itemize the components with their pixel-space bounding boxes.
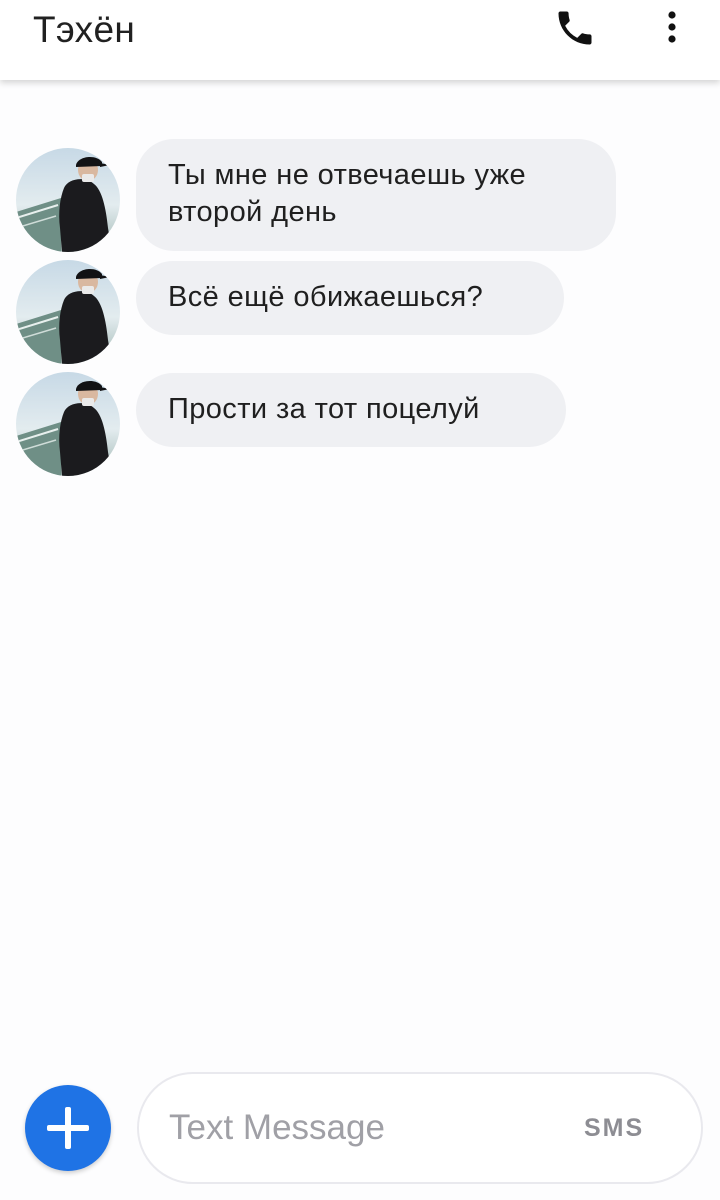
- message-bubble[interactable]: Ты мне не отвечаешь уже второй день: [136, 139, 616, 251]
- message-thread[interactable]: Ты мне не отвечаешь уже второй день Всё …: [0, 80, 720, 1070]
- contact-avatar[interactable]: [16, 260, 120, 364]
- more-vert-icon: [668, 11, 676, 43]
- contact-avatar[interactable]: [16, 372, 120, 476]
- message-input[interactable]: [169, 1102, 549, 1154]
- call-button[interactable]: [553, 6, 597, 50]
- message-bubble[interactable]: Прости за тот поцелуй: [136, 373, 566, 447]
- contact-avatar[interactable]: [16, 148, 120, 252]
- more-options-button[interactable]: [650, 6, 694, 50]
- add-attachment-button[interactable]: [25, 1085, 111, 1171]
- message-input-container[interactable]: SMS: [137, 1072, 703, 1184]
- phone-icon: [558, 11, 592, 45]
- message-bubble[interactable]: Всё ещё обижаешься?: [136, 261, 564, 335]
- send-sms-button[interactable]: SMS: [584, 1114, 644, 1143]
- plus-icon: [47, 1107, 89, 1149]
- app-bar: Тэхён: [0, 0, 720, 80]
- compose-bar: SMS: [0, 1070, 720, 1200]
- conversation-title: Тэхён: [33, 9, 136, 50]
